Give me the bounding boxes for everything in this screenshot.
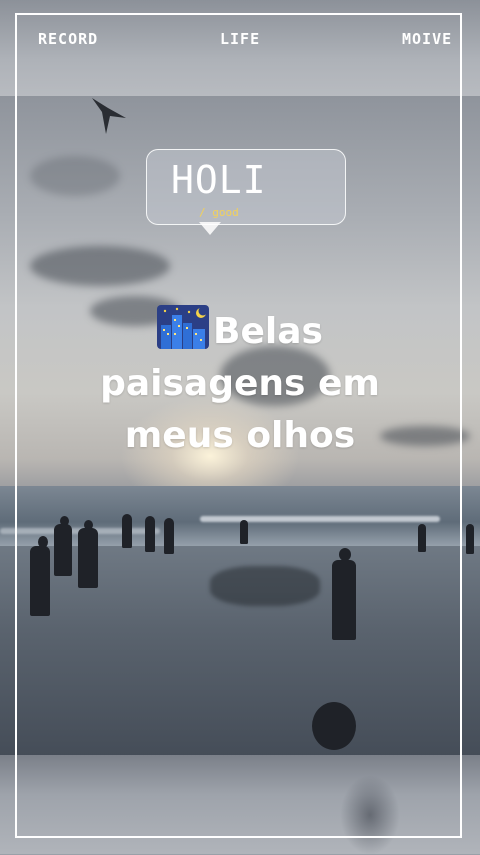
caption-text: Belas paisagens em meus olhos (60, 305, 420, 462)
speech-bubble-tail (199, 222, 221, 235)
caption-line-2: paisagens em (100, 363, 380, 404)
caption-line-1-text: Belas (213, 311, 323, 352)
caption-line-3: meus olhos (124, 415, 356, 456)
speech-bubble-sticker: HOLI / good (146, 149, 346, 225)
moive-label: MOIVE (402, 30, 453, 48)
city-night-icon (157, 305, 210, 349)
life-label: LIFE (220, 30, 261, 48)
bubble-title: HOLI (171, 158, 267, 202)
record-label: RECORD (38, 30, 99, 48)
bubble-subtitle: / good (199, 206, 239, 219)
caption-line-1: Belas (60, 305, 420, 358)
